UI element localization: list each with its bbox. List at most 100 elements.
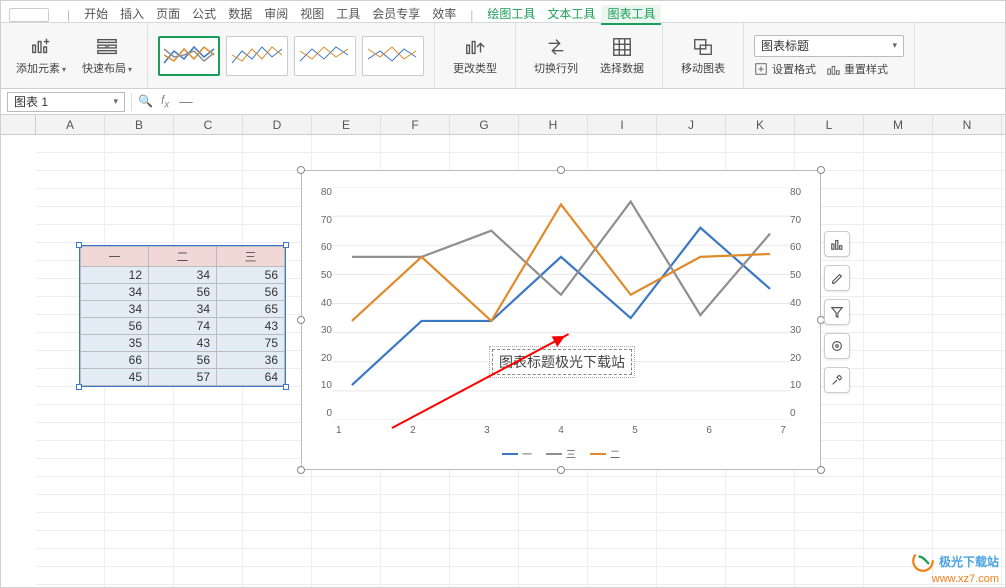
col-header-A[interactable]: A [36, 115, 105, 134]
col-header-G[interactable]: G [450, 115, 519, 134]
resize-handle[interactable] [557, 166, 565, 174]
col-header-B[interactable]: B [105, 115, 174, 134]
col-header-K[interactable]: K [726, 115, 795, 134]
embedded-chart[interactable]: 80706050403020100 80706050403020100 图表标题… [301, 170, 821, 470]
tab-会员专享[interactable]: 会员专享 [366, 5, 426, 23]
y-axis-right: 80706050403020100 [790, 187, 816, 419]
tab-页面[interactable]: 页面 [150, 5, 186, 23]
worksheet[interactable]: ABCDEFGHIJKLMN 一二三1234563456563434655674… [1, 115, 1005, 587]
chart-styles-button[interactable] [824, 265, 850, 291]
legend-item[interactable]: 一 [502, 446, 532, 461]
tabstrip-separator: | [468, 8, 475, 22]
col-header-H[interactable]: H [519, 115, 588, 134]
table-row[interactable]: 567443 [81, 318, 285, 335]
select-all-corner[interactable] [1, 115, 36, 134]
chart-filter-button[interactable] [824, 299, 850, 325]
resize-handle[interactable] [557, 466, 565, 474]
col-header-F[interactable]: F [381, 115, 450, 134]
watermark: 极光下载站 www.xz7.com [911, 549, 999, 585]
chart-element-select[interactable]: 图表标题 ▾ [754, 35, 904, 57]
resize-handle[interactable] [297, 166, 305, 174]
table-header[interactable]: 二 [149, 247, 217, 267]
change-type-button[interactable]: 更改类型 [445, 36, 505, 76]
quick-layout-label: 快速布局 [82, 63, 126, 75]
legend-item[interactable]: 三 [546, 446, 576, 461]
resize-handle[interactable] [297, 316, 305, 324]
table-row[interactable]: 455764 [81, 369, 285, 386]
chevron-down-icon: ▾ [113, 96, 118, 107]
set-format-button[interactable]: 设置格式 [754, 61, 816, 77]
col-header-J[interactable]: J [657, 115, 726, 134]
resize-handle[interactable] [817, 466, 825, 474]
chart-elements-button[interactable] [824, 231, 850, 257]
switch-row-col-button[interactable]: 切换行列 [526, 36, 586, 76]
tab-工具[interactable]: 工具 [330, 5, 366, 23]
add-element-button[interactable]: 添加元素 [11, 36, 71, 76]
table-row[interactable]: 123456 [81, 267, 285, 284]
table-row[interactable]: 345656 [81, 284, 285, 301]
menu-tabstrip: | 开始插入页面公式数据审阅视图工具会员专享效率 | 绘图工具文本工具图表工具 [1, 1, 1005, 23]
tab-视图[interactable]: 视图 [294, 5, 330, 23]
col-header-M[interactable]: M [864, 115, 933, 134]
tab-插入[interactable]: 插入 [114, 5, 150, 23]
col-header-E[interactable]: E [312, 115, 381, 134]
zoom-icon[interactable]: 🔍 [138, 94, 153, 108]
tab-绘图工具[interactable]: 绘图工具 [481, 5, 541, 23]
select-data-button[interactable]: 选择数据 [592, 36, 652, 76]
x-axis: 1234567 [332, 425, 790, 439]
watermark-brand: 极光下载站 [939, 553, 999, 570]
reset-icon [826, 62, 840, 76]
tab-图表工具[interactable]: 图表工具 [601, 5, 661, 25]
select-data-icon [611, 36, 633, 58]
col-header-I[interactable]: I [588, 115, 657, 134]
selection-handle[interactable] [76, 242, 82, 248]
chart-style-thumb-3[interactable] [294, 36, 356, 76]
chart-legend[interactable]: 一三二 [302, 446, 820, 461]
select-data-label: 选择数据 [600, 60, 644, 76]
table-row[interactable]: 354375 [81, 335, 285, 352]
chart-style-thumb-2[interactable] [226, 36, 288, 76]
name-box-value: 图表 1 [14, 93, 48, 110]
selection-handle[interactable] [283, 384, 289, 390]
divider [131, 93, 132, 111]
chart-style-thumb-4[interactable] [362, 36, 424, 76]
tab-审阅[interactable]: 审阅 [258, 5, 294, 23]
table-row[interactable]: 665636 [81, 352, 285, 369]
fx-icon[interactable]: fx [161, 93, 169, 110]
resize-handle[interactable] [297, 466, 305, 474]
add-element-icon [30, 36, 52, 58]
reset-style-label: 重置样式 [844, 61, 888, 77]
tab-文本工具[interactable]: 文本工具 [541, 5, 601, 23]
tabstrip-separator: | [65, 8, 72, 22]
resize-handle[interactable] [817, 166, 825, 174]
plot-area[interactable]: 图表标题极光下载站 [332, 187, 790, 419]
doc-tab-placeholder [9, 8, 49, 22]
y-axis-left: 80706050403020100 [306, 187, 332, 419]
chart-tools-button[interactable] [824, 367, 850, 393]
name-box[interactable]: 图表 1 ▾ [7, 92, 125, 112]
move-chart-button[interactable]: 移动图表 [673, 36, 733, 76]
source-data-table[interactable]: 一二三1234563456563434655674433543756656364… [79, 245, 286, 387]
col-header-C[interactable]: C [174, 115, 243, 134]
col-header-D[interactable]: D [243, 115, 312, 134]
chart-style-thumb-1[interactable] [158, 36, 220, 76]
col-header-L[interactable]: L [795, 115, 864, 134]
tab-公式[interactable]: 公式 [186, 5, 222, 23]
table-header[interactable]: 一 [81, 247, 149, 267]
formula-input[interactable] [175, 92, 999, 112]
quick-layout-button[interactable]: 快速布局 [77, 36, 137, 76]
tab-效率[interactable]: 效率 [426, 5, 462, 23]
selection-handle[interactable] [76, 384, 82, 390]
chart-style-gallery [148, 23, 435, 88]
chevron-down-icon: ▾ [892, 40, 897, 51]
tab-开始[interactable]: 开始 [78, 5, 114, 23]
chart-settings-button[interactable] [824, 333, 850, 359]
tab-数据[interactable]: 数据 [222, 5, 258, 23]
table-row[interactable]: 343465 [81, 301, 285, 318]
selection-handle[interactable] [283, 242, 289, 248]
move-chart-label: 移动图表 [681, 60, 725, 76]
col-header-N[interactable]: N [933, 115, 1002, 134]
reset-style-button[interactable]: 重置样式 [826, 61, 888, 77]
table-header[interactable]: 三 [217, 247, 285, 267]
legend-item[interactable]: 二 [590, 446, 620, 461]
